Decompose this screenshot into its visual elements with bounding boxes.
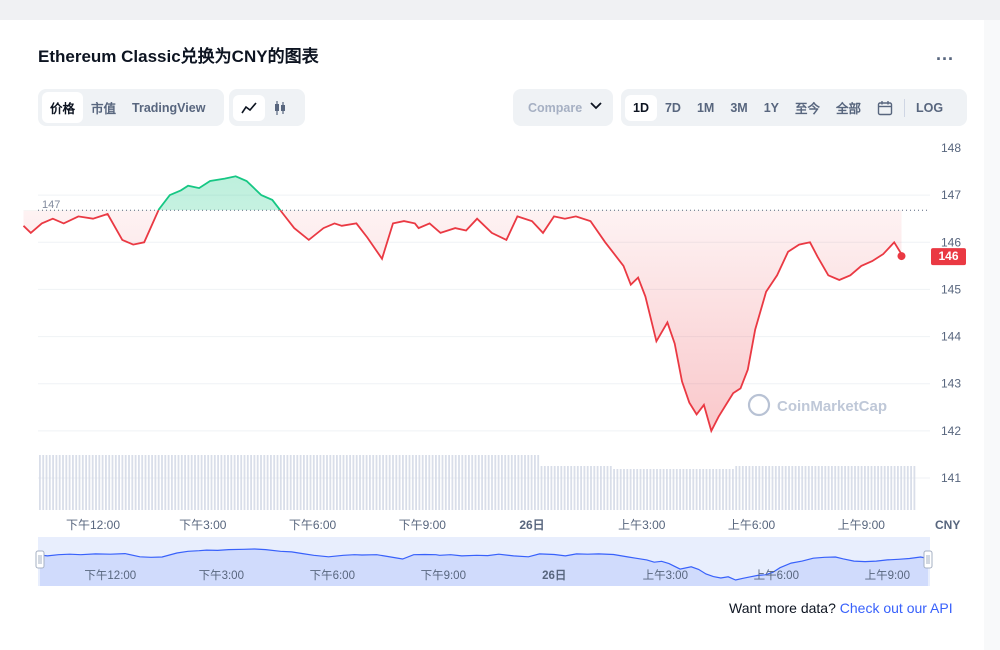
time-range-selector: 1D 7D 1M 3M 1Y 至今 全部 LOG (621, 89, 967, 126)
view-tabs: 价格 市值 TradingView (38, 89, 224, 126)
compare-dropdown[interactable]: Compare (513, 89, 613, 126)
chevron-down-icon (590, 102, 602, 110)
log-scale-button[interactable]: LOG (908, 95, 951, 121)
line-chart-icon (241, 101, 257, 113)
line-chart-button[interactable] (233, 94, 265, 121)
page-edge (984, 20, 1000, 650)
range-7d-button[interactable]: 7D (657, 95, 689, 121)
tab-price[interactable]: 价格 (42, 92, 84, 123)
tab-market-cap[interactable]: 市值 (83, 92, 124, 123)
range-1m-button[interactable]: 1M (689, 95, 722, 121)
candlestick-icon (275, 100, 285, 115)
calendar-button[interactable] (869, 94, 901, 122)
range-ytd-button[interactable]: 至今 (787, 92, 828, 123)
chart-type-toggle (229, 89, 305, 126)
range-3m-button[interactable]: 3M (722, 95, 755, 121)
compare-label: Compare (528, 100, 583, 115)
api-promo: Want more data? Check out our API (729, 600, 953, 616)
calendar-icon (877, 100, 893, 115)
range-1y-button[interactable]: 1Y (756, 95, 787, 121)
api-link[interactable]: Check out our API (840, 600, 953, 616)
footer-text: Want more data? (729, 600, 836, 616)
tab-tradingview[interactable]: TradingView (124, 95, 213, 121)
chart-title: Ethereum Classic兑换为CNY的图表 (38, 47, 319, 66)
candlestick-button[interactable] (265, 94, 295, 122)
divider (904, 98, 906, 117)
more-options-button[interactable]: ... (936, 44, 954, 65)
range-all-button[interactable]: 全部 (828, 92, 869, 123)
range-1d-button[interactable]: 1D (625, 94, 657, 121)
